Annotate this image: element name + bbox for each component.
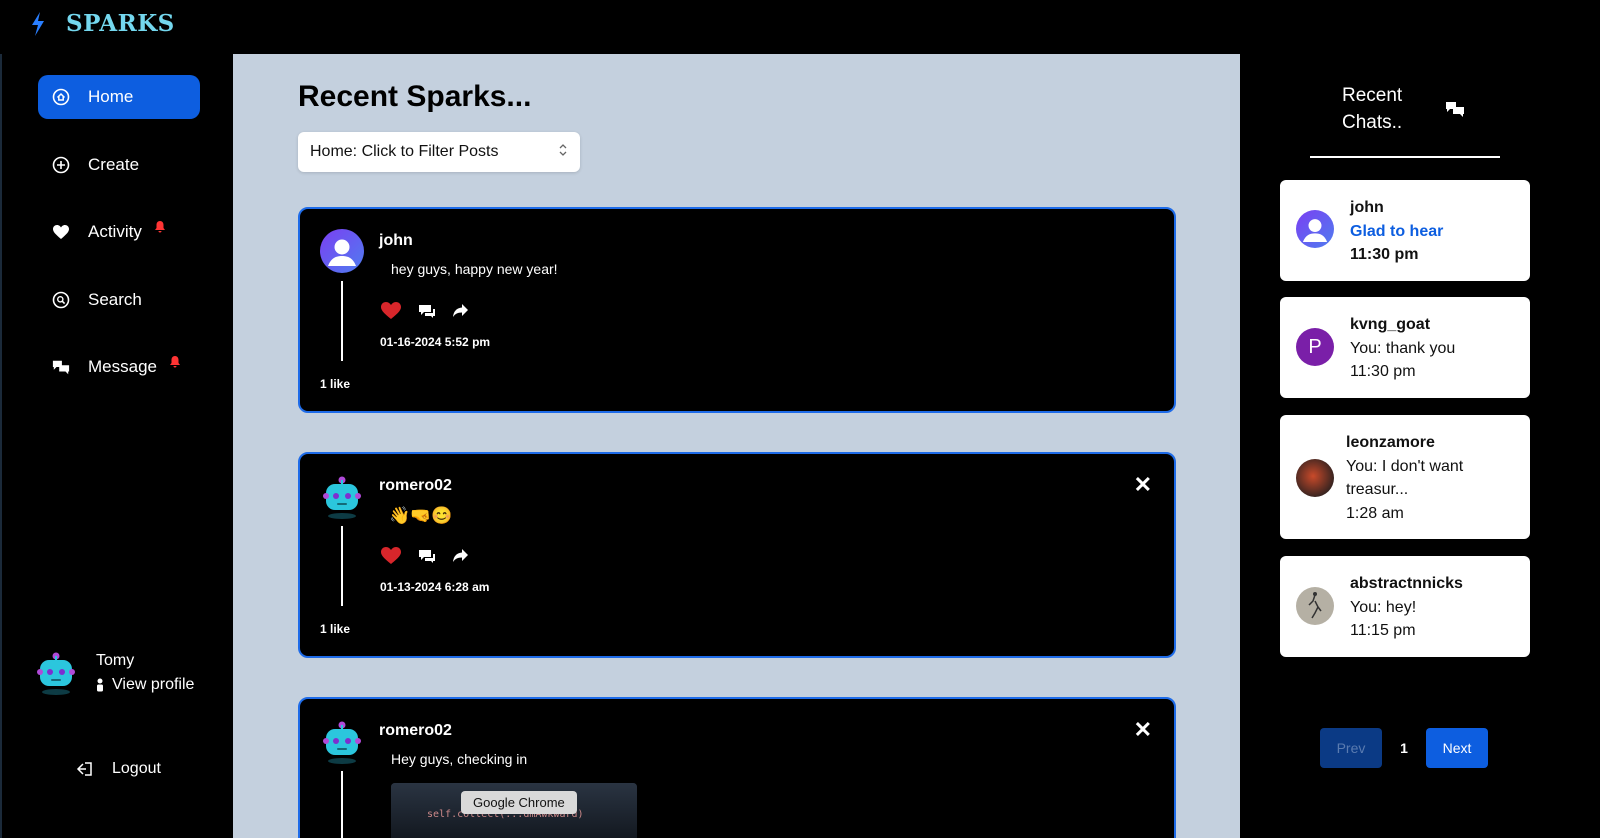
chats-title: Recent Chats.. [1342, 82, 1402, 136]
filter-value: Home: Click to Filter Posts [310, 143, 499, 160]
post-date: 01-13-2024 6:28 am [380, 580, 490, 594]
chat-time: 11:15 pm [1350, 622, 1416, 639]
delete-post-close-icon[interactable]: ✕ [1134, 472, 1152, 498]
chat-name: leonzamore [1346, 434, 1435, 451]
avatar [1296, 587, 1334, 625]
avatar-initial: P [1308, 335, 1322, 358]
brand[interactable]: SPARKS [30, 10, 175, 37]
chat-item[interactable]: john Glad to hear 11:30 pm [1280, 180, 1530, 281]
app: SPARKS Home Create Activity Search Messa… [0, 0, 1600, 838]
post-text: hey guys, happy new year! [391, 261, 558, 277]
feed-panel: Recent Sparks... Home: Click to Filter P… [233, 54, 1240, 838]
sidebar-item-label: Search [88, 290, 142, 309]
avatar [1296, 459, 1334, 497]
prev-button[interactable]: Prev [1320, 728, 1382, 768]
chat-message: You: hey! [1350, 598, 1417, 616]
logout-icon [76, 762, 92, 776]
post-card: 1 like john hey guys, happy new year! 01… [298, 207, 1176, 413]
pagination: Prev 1 Next [1320, 728, 1488, 768]
sidebar-item-label: Message [88, 357, 157, 376]
chat-message-cont: treasur... [1346, 481, 1409, 498]
like-heart-icon[interactable] [380, 301, 402, 320]
select-chevron-icon [558, 141, 568, 162]
home-icon [52, 88, 70, 106]
chat-name: john [1350, 199, 1384, 216]
divider [1310, 156, 1500, 158]
post-card: romero02 Hey guys, checking in ✕ self.co… [298, 697, 1176, 838]
search-icon [52, 291, 70, 309]
post-filter-select[interactable]: Home: Click to Filter Posts [298, 132, 580, 172]
recent-chats-panel: Recent Chats.. john Glad to hear 11:30 p… [1240, 0, 1600, 838]
chats-title-line: Chats.. [1342, 112, 1403, 133]
profile-section: Tomy View profile [36, 650, 194, 695]
chat-name: kvng_goat [1350, 316, 1431, 333]
share-icon[interactable] [452, 303, 469, 318]
post-text: 👋🤜😊 [389, 506, 453, 525]
chat-bubbles-icon [52, 358, 70, 376]
chat-item[interactable]: abstractnnicks You: hey! 11:15 pm [1280, 556, 1530, 657]
brand-name: SPARKS [66, 10, 175, 37]
like-heart-icon[interactable] [380, 546, 402, 565]
sidebar-item-label: Create [88, 155, 140, 174]
chat-time: 11:30 pm [1350, 363, 1416, 380]
sidebar-item-label: Activity [88, 222, 142, 241]
avatar: P [1296, 328, 1334, 366]
sidebar-item-message[interactable]: Message [38, 345, 200, 389]
sidebar-item-label: Home [88, 87, 134, 106]
plus-circle-icon [52, 156, 70, 174]
notification-bell-icon [154, 220, 166, 236]
notification-bell-icon [169, 355, 181, 371]
heart-icon [52, 223, 70, 241]
share-icon[interactable] [452, 548, 469, 563]
avatar [1296, 210, 1334, 248]
chat-item[interactable]: P kvng_goat You: thank you 11:30 pm [1280, 297, 1530, 398]
comment-icon[interactable] [418, 548, 436, 564]
chat-time: 11:30 pm [1350, 246, 1419, 263]
post-text: Hey guys, checking in [391, 751, 528, 767]
avatar[interactable] [36, 650, 76, 695]
tooltip: Google Chrome [461, 791, 577, 814]
chat-message: Glad to hear [1350, 222, 1444, 240]
post-actions [380, 546, 469, 565]
sidebar-item-create[interactable]: Create [38, 143, 200, 187]
delete-post-close-icon[interactable]: ✕ [1134, 717, 1152, 743]
thread-line [341, 526, 343, 606]
view-profile-link[interactable]: View profile [96, 676, 194, 694]
logout-button[interactable]: Logout [76, 760, 161, 778]
logout-label: Logout [112, 760, 161, 777]
post-author[interactable]: romero02 [379, 477, 452, 495]
like-count: 1 like [320, 622, 351, 636]
avatar[interactable] [320, 474, 364, 519]
avatar[interactable] [320, 229, 364, 273]
comment-icon[interactable] [418, 303, 436, 319]
avatar[interactable] [320, 719, 364, 764]
like-count: 1 like [320, 377, 351, 391]
view-profile-label: View profile [112, 676, 195, 693]
post-date: 01-16-2024 5:52 pm [380, 335, 491, 349]
page-title: Recent Sparks... [298, 80, 532, 113]
sidebar: Home Create Activity Search Message Tomy… [0, 54, 232, 838]
next-button[interactable]: Next [1426, 728, 1488, 768]
page-number: 1 [1400, 740, 1408, 756]
profile-name: Tomy [96, 652, 135, 669]
chat-message: You: I don't want [1346, 457, 1464, 475]
thread-line [341, 281, 343, 361]
sidebar-item-search[interactable]: Search [38, 278, 200, 322]
sidebar-item-activity[interactable]: Activity [38, 210, 200, 254]
chat-name: abstractnnicks [1350, 575, 1463, 592]
post-author[interactable]: john [379, 232, 413, 250]
thread-line [341, 771, 343, 838]
chat-message: You: thank you [1350, 339, 1456, 357]
post-card: 1 like romero02 👋🤜😊 ✕ 01-13-2024 6:28 am [298, 452, 1176, 658]
chat-bubbles-icon [1445, 100, 1465, 123]
chat-item[interactable]: leonzamore You: I don't want treasur... … [1280, 415, 1530, 539]
chat-time: 1:28 am [1346, 504, 1404, 522]
user-icon [97, 678, 103, 692]
sidebar-item-home[interactable]: Home [38, 75, 200, 119]
chats-title-line: Recent [1342, 85, 1403, 106]
bolt-icon [32, 11, 44, 36]
post-actions [380, 301, 469, 320]
post-author[interactable]: romero02 [379, 722, 452, 740]
